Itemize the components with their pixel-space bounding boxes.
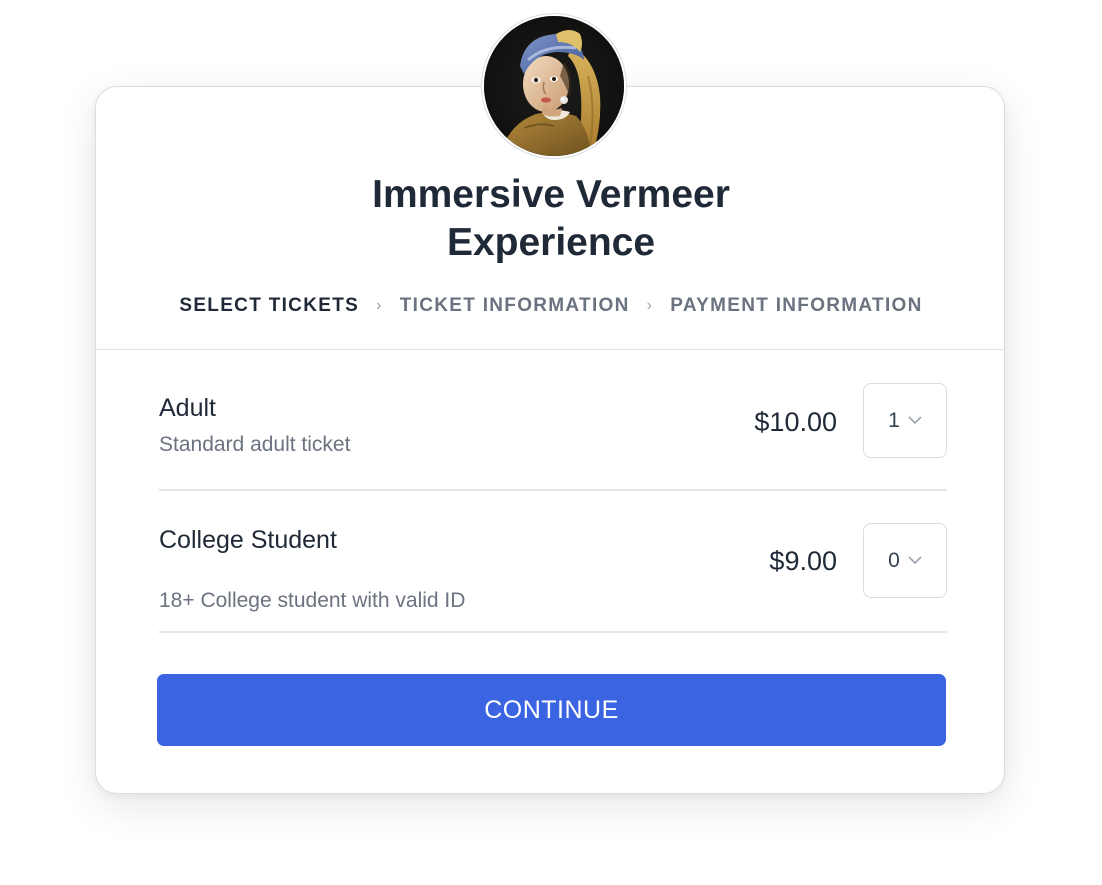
step-ticket-information[interactable]: TICKET INFORMATION xyxy=(400,295,630,317)
step-select-tickets[interactable]: SELECT TICKETS xyxy=(179,295,359,317)
checkout-steps: SELECT TICKETS › TICKET INFORMATION › PA… xyxy=(96,295,1006,317)
ticket-description: Standard adult ticket xyxy=(159,433,351,456)
event-title: Immersive Vermeer Experience xyxy=(372,173,730,264)
step-payment-information[interactable]: PAYMENT INFORMATION xyxy=(670,295,922,317)
ticket-row-adult: Adult Standard adult ticket $10.00 1 xyxy=(159,383,947,491)
quantity-select-college-student[interactable]: 0 xyxy=(863,523,947,598)
ticket-card: Immersive Vermeer Experience SELECT TICKE… xyxy=(95,86,1005,794)
ticket-price: $10.00 xyxy=(754,407,837,437)
chevron-down-icon xyxy=(908,556,922,565)
chevron-right-icon: › xyxy=(376,297,383,314)
page: Immersive Vermeer Experience SELECT TICKE… xyxy=(0,0,1102,885)
ticket-name: Adult xyxy=(159,394,216,422)
chevron-down-icon xyxy=(908,416,922,425)
ticket-price: $9.00 xyxy=(769,546,837,576)
continue-button[interactable]: CONTINUE xyxy=(157,674,946,746)
quantity-value: 1 xyxy=(888,408,900,432)
ticket-description: 18+ College student with valid ID xyxy=(159,589,466,612)
chevron-right-icon: › xyxy=(646,297,654,314)
ticket-row-college-student: College Student 18+ College student with… xyxy=(159,523,947,633)
header-divider xyxy=(96,349,1004,350)
quantity-value: 0 xyxy=(888,548,900,572)
event-avatar xyxy=(482,14,626,158)
portrait-image xyxy=(484,16,624,156)
ticket-name: College Student xyxy=(159,526,337,554)
quantity-select-adult[interactable]: 1 xyxy=(863,383,947,458)
